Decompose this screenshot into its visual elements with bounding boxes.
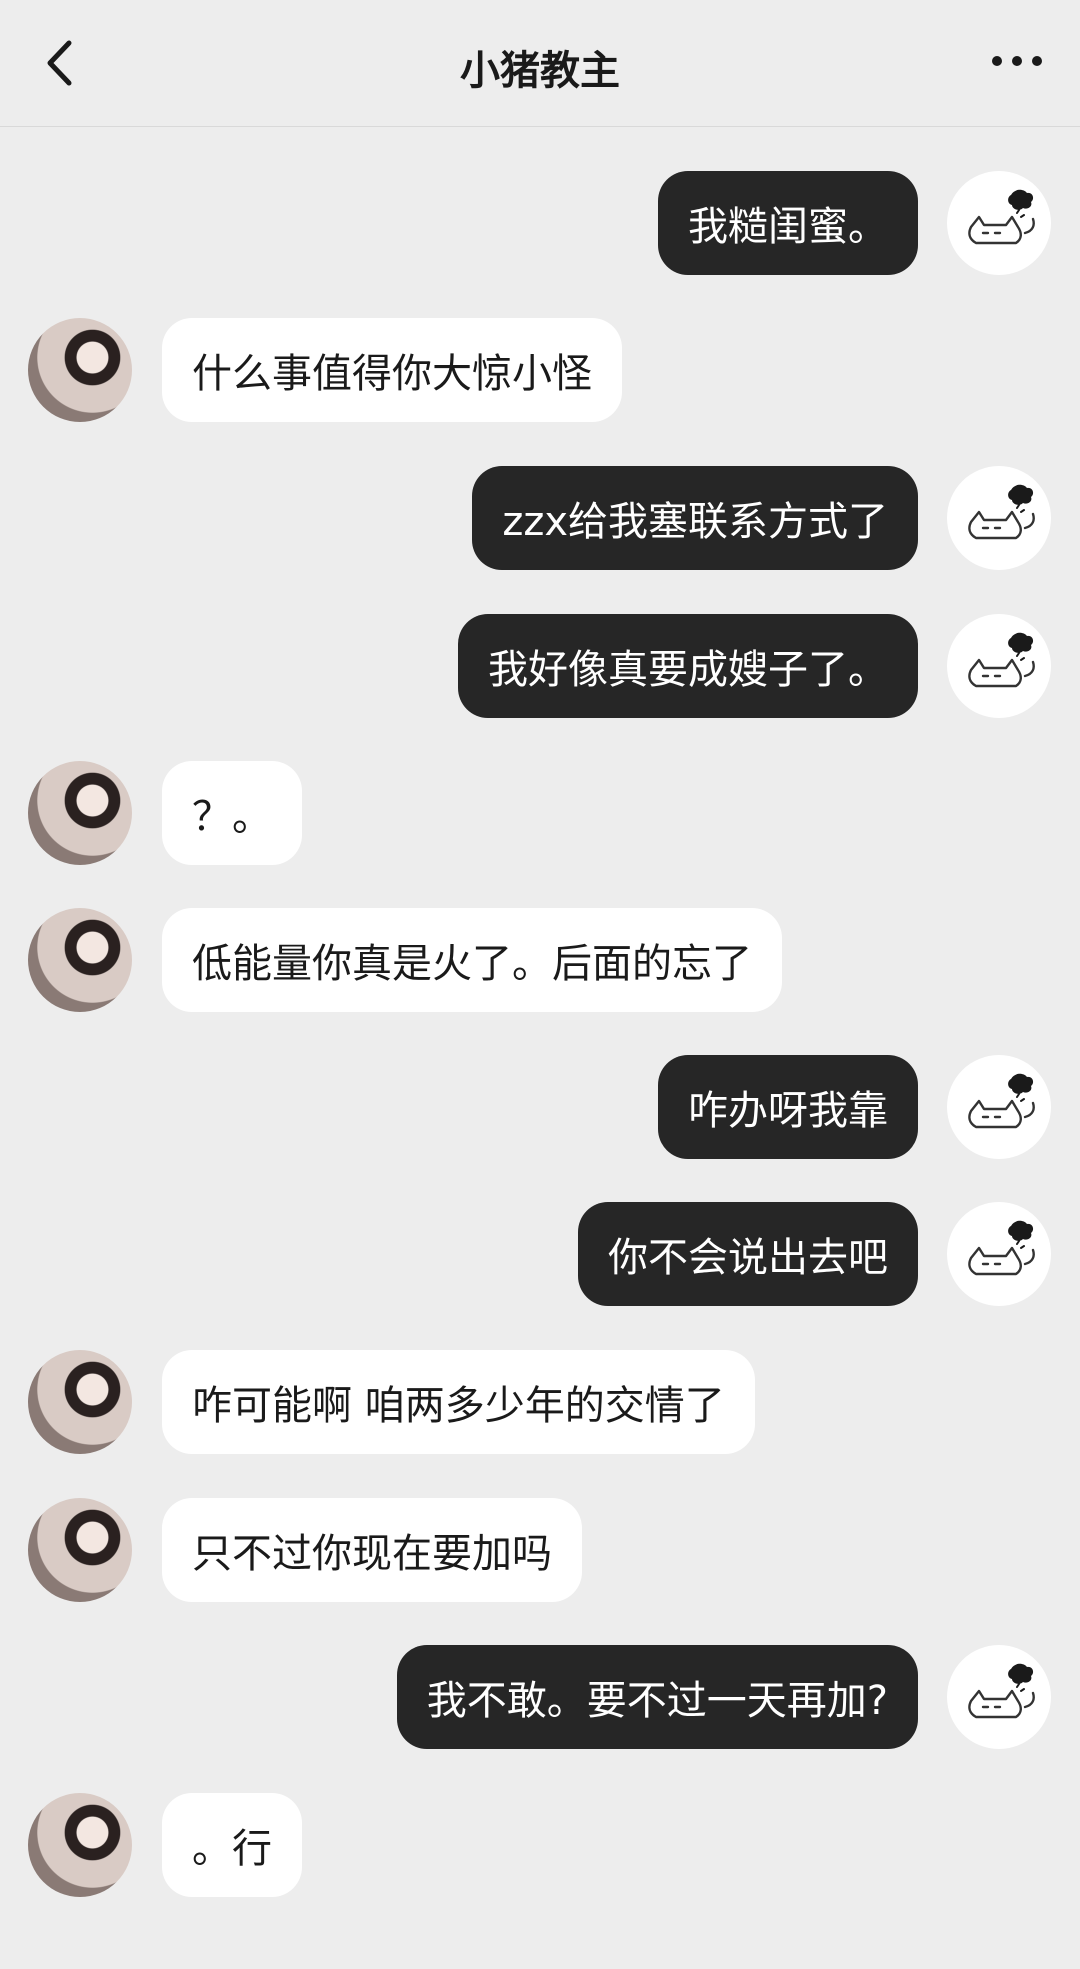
cat-icon xyxy=(968,1073,1035,1129)
message-row: 我不敢。要不过一天再加? xyxy=(0,1645,1080,1749)
message-row: 咋办呀我靠 xyxy=(0,1055,1080,1159)
message-row: 。行 xyxy=(0,1793,1080,1897)
message-bubble-received[interactable]: 什么事值得你大惊小怪 xyxy=(162,318,622,422)
message-row: 我糙闺蜜。 xyxy=(0,171,1080,275)
friend-avatar[interactable] xyxy=(28,908,132,1012)
message-bubble-sent[interactable]: 咋办呀我靠 xyxy=(658,1055,918,1159)
my-avatar[interactable] xyxy=(947,1645,1051,1749)
more-dots-icon xyxy=(992,56,1042,66)
more-button[interactable] xyxy=(982,36,1052,86)
message-row: 低能量你真是火了。后面的忘了 xyxy=(0,908,1080,1012)
friend-avatar[interactable] xyxy=(28,1793,132,1897)
my-avatar[interactable] xyxy=(947,1055,1051,1159)
message-row: 什么事值得你大惊小怪 xyxy=(0,318,1080,422)
message-row: zzx给我塞联系方式了 xyxy=(0,466,1080,570)
chat-title: 小猪教主 xyxy=(460,48,620,94)
my-avatar[interactable] xyxy=(947,614,1051,718)
cat-icon xyxy=(968,1220,1035,1276)
my-avatar[interactable] xyxy=(947,171,1051,275)
cat-icon xyxy=(968,189,1035,245)
message-row: 你不会说出去吧 xyxy=(0,1202,1080,1306)
message-bubble-received[interactable]: 低能量你真是火了。后面的忘了 xyxy=(162,908,782,1012)
message-bubble-received[interactable]: ？。 xyxy=(162,761,302,865)
cat-icon xyxy=(968,632,1035,688)
cat-icon xyxy=(968,1663,1035,1719)
friend-avatar[interactable] xyxy=(28,761,132,865)
message-row: 我好像真要成嫂子了。 xyxy=(0,614,1080,718)
friend-avatar[interactable] xyxy=(28,1498,132,1602)
message-bubble-received[interactable]: 。行 xyxy=(162,1793,302,1897)
friend-avatar[interactable] xyxy=(28,318,132,422)
message-row: 只不过你现在要加吗 xyxy=(0,1498,1080,1602)
message-bubble-sent[interactable]: 你不会说出去吧 xyxy=(578,1202,918,1306)
message-row: ？。 xyxy=(0,761,1080,865)
message-bubble-received[interactable]: 只不过你现在要加吗 xyxy=(162,1498,582,1602)
message-bubble-sent[interactable]: 我糙闺蜜。 xyxy=(658,171,918,275)
my-avatar[interactable] xyxy=(947,466,1051,570)
my-avatar[interactable] xyxy=(947,1202,1051,1306)
message-row: 咋可能啊 咱两多少年的交情了 xyxy=(0,1350,1080,1454)
friend-avatar[interactable] xyxy=(28,1350,132,1454)
message-bubble-sent[interactable]: 我好像真要成嫂子了。 xyxy=(458,614,918,718)
message-bubble-sent[interactable]: zzx给我塞联系方式了 xyxy=(472,466,918,570)
chat-header: 小猪教主 xyxy=(0,0,1080,127)
cat-icon xyxy=(968,484,1035,540)
message-bubble-received[interactable]: 咋可能啊 咱两多少年的交情了 xyxy=(162,1350,755,1454)
message-bubble-sent[interactable]: 我不敢。要不过一天再加? xyxy=(396,1645,918,1749)
